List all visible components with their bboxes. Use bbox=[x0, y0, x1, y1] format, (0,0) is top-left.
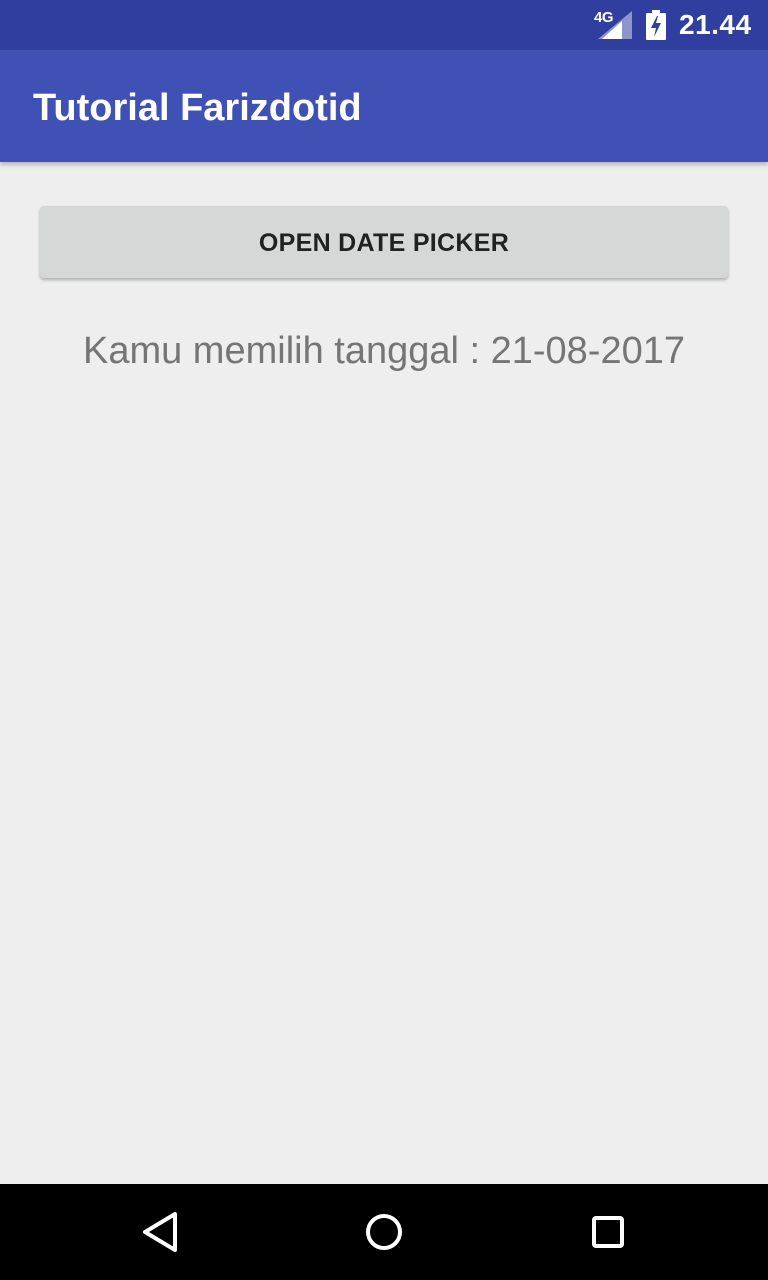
navigation-bar bbox=[0, 1184, 768, 1280]
back-button[interactable] bbox=[112, 1184, 208, 1280]
selected-date-text: Kamu memilih tanggal : 21-08-2017 bbox=[82, 330, 685, 372]
battery-charging-icon bbox=[646, 10, 666, 40]
back-icon bbox=[143, 1212, 177, 1252]
home-icon bbox=[366, 1214, 402, 1250]
network-type-label: 4G bbox=[594, 9, 614, 26]
status-bar: 4G 21.44 bbox=[0, 0, 768, 50]
app-title: Tutorial Farizdotid bbox=[33, 87, 362, 129]
app-bar: Tutorial Farizdotid bbox=[0, 50, 768, 162]
recents-icon bbox=[592, 1216, 624, 1248]
home-button[interactable] bbox=[336, 1184, 432, 1280]
status-clock: 21.44 bbox=[679, 9, 752, 40]
open-date-picker-button[interactable]: OPEN DATE PICKER bbox=[40, 206, 728, 278]
recents-button[interactable] bbox=[560, 1184, 656, 1280]
